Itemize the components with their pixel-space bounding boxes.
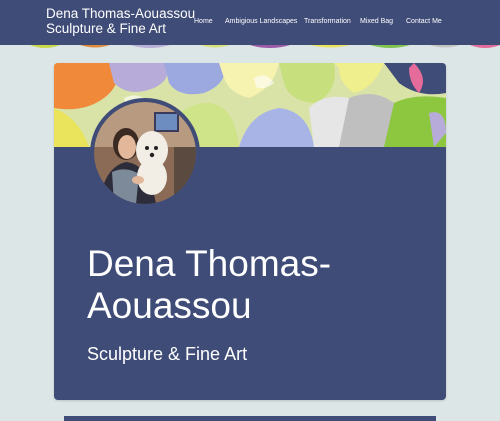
nav-item-home[interactable]: Home [194,18,213,25]
site-brand[interactable]: Dena Thomas-Aouassou Sculpture & Fine Ar… [46,6,195,36]
nav-item-ambigious-landscapes[interactable]: Ambigious Landscapes [225,18,297,25]
site-subtitle: Sculpture & Fine Art [46,21,167,36]
main-nav: Home Ambigious Landscapes Transformation… [190,18,500,30]
site-header: Dena Thomas-Aouassou Sculpture & Fine Ar… [0,0,500,47]
nav-item-contact-me[interactable]: Contact Me [406,18,442,25]
nav-item-mixed-bag[interactable]: Mixed Bag [360,18,393,25]
page-title: Dena Thomas-Aouassou [87,243,332,326]
page-tagline: Sculpture & Fine Art [87,344,248,364]
next-section-edge [64,416,436,421]
avatar-ring [90,98,200,208]
hero-card: Dena Thomas-Aouassou Sculpture & Fine Ar… [54,63,446,400]
header-color-stripe [0,45,500,51]
nav-item-transformation[interactable]: Transformation [304,18,351,25]
site-title: Dena Thomas-Aouassou [46,6,196,21]
avatar [94,102,196,204]
